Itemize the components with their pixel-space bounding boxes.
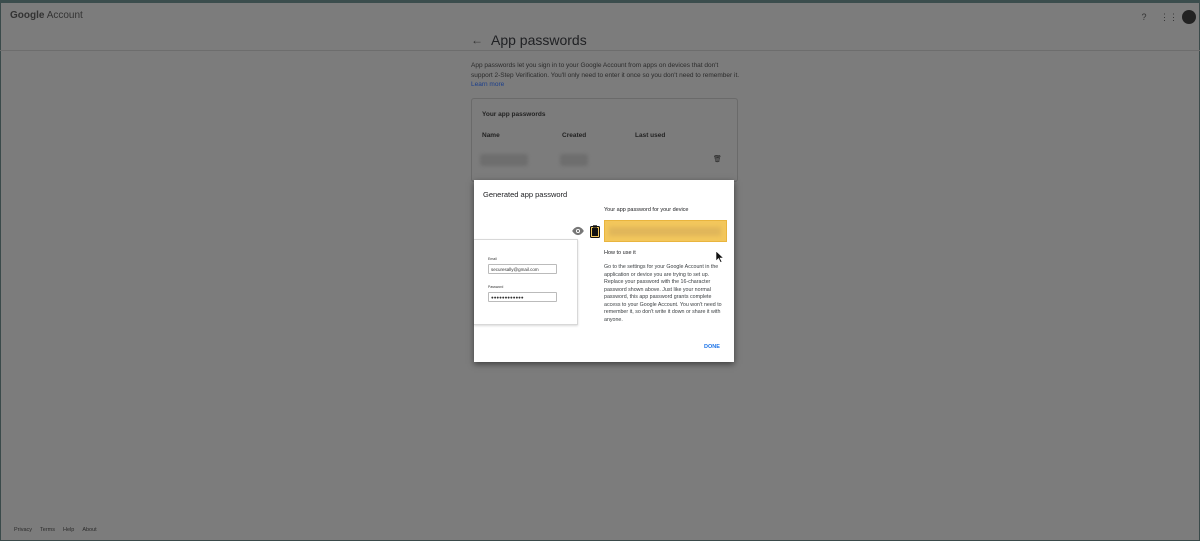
column-name: Name <box>482 132 500 139</box>
delete-icon[interactable]: 🗑 <box>713 155 722 163</box>
header-actions: ? ⋮⋮ <box>1138 10 1196 24</box>
account-label: Account <box>46 10 83 21</box>
footer-links: Privacy Terms Help About <box>14 527 97 533</box>
redacted-password <box>609 227 721 236</box>
app-passwords-card: Your app passwords Name Created Last use… <box>471 98 738 182</box>
avatar[interactable] <box>1182 10 1196 24</box>
generated-password-field[interactable] <box>604 220 727 242</box>
google-logo: Google <box>10 10 45 21</box>
footer-about-link[interactable]: About <box>82 527 96 533</box>
done-button[interactable]: DONE <box>704 344 720 350</box>
column-last-used: Last used <box>635 132 666 139</box>
top-bar <box>0 0 1200 3</box>
help-icon[interactable]: ? <box>1138 11 1150 23</box>
redacted-created <box>560 154 588 166</box>
footer-help-link[interactable]: Help <box>63 527 74 533</box>
page-title-text: App passwords <box>491 32 587 48</box>
page-title: ← App passwords <box>471 32 587 48</box>
column-created: Created <box>562 132 587 139</box>
how-to-use-heading: How to use it <box>604 250 636 256</box>
preview-password-label: Password <box>488 285 504 289</box>
card-title: Your app passwords <box>482 111 546 118</box>
header-divider <box>0 50 1200 51</box>
intro-text: App passwords let you sign in to your Go… <box>471 61 741 90</box>
preview-email-label: Email <box>488 257 497 261</box>
eye-icon[interactable] <box>571 226 585 236</box>
login-preview: Email securesally@gmail.com Password ●●●… <box>474 239 578 325</box>
footer-terms-link[interactable]: Terms <box>40 527 55 533</box>
preview-email-field: securesally@gmail.com <box>488 264 557 274</box>
dialog-title: Generated app password <box>483 190 568 199</box>
generated-password-dialog: Generated app password Email securesally… <box>474 180 734 362</box>
footer-privacy-link[interactable]: Privacy <box>14 527 32 533</box>
clipboard-icon[interactable] <box>590 225 600 238</box>
preview-password-field: ●●●●●●●●●●●● <box>488 292 557 302</box>
back-arrow-icon[interactable]: ← <box>471 33 483 47</box>
mouse-cursor-icon <box>715 250 725 263</box>
apps-grid-icon[interactable]: ⋮⋮ <box>1160 11 1178 23</box>
password-label: Your app password for your device <box>604 207 689 213</box>
intro-body: App passwords let you sign in to your Go… <box>471 62 740 79</box>
instructions-text: Go to the settings for your Google Accou… <box>604 264 722 323</box>
redacted-app-name <box>480 154 528 166</box>
learn-more-link[interactable]: Learn more <box>471 81 504 88</box>
google-account-logo[interactable]: Google Account <box>10 10 83 21</box>
